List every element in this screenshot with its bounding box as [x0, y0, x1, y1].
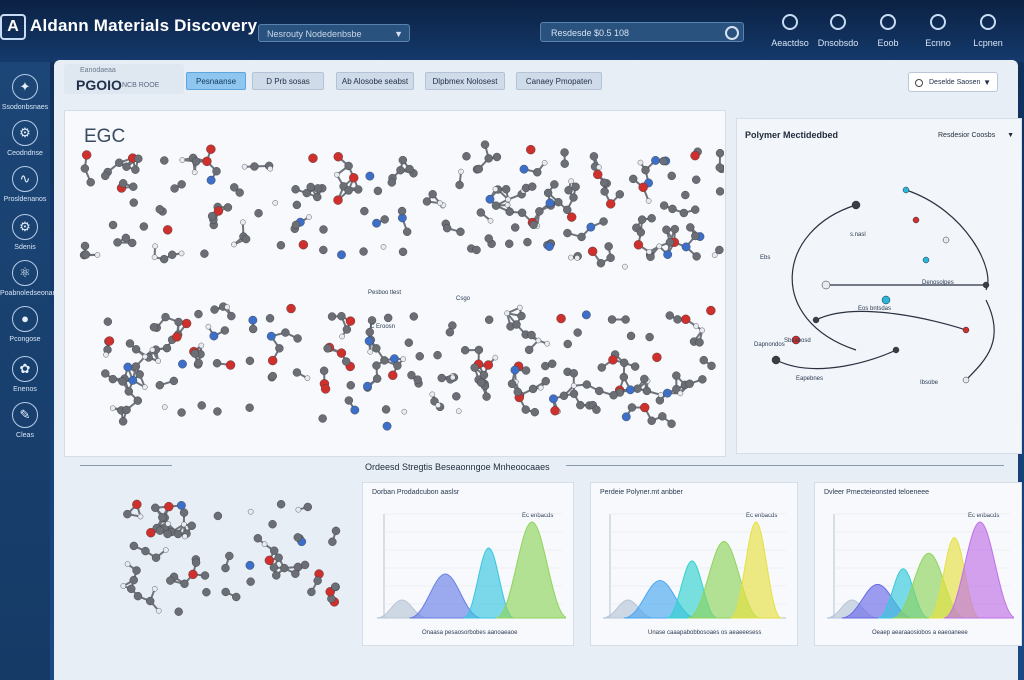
- chart-title: Dvleer Pmecteieonsted teloeneee: [824, 489, 930, 496]
- flask-icon: ⚙: [12, 120, 38, 146]
- sidebar-item-3[interactable]: ∿ Prosldenanos: [0, 166, 50, 203]
- sidebar-item-label: Prosldenanos: [3, 196, 47, 203]
- tab-1[interactable]: Pesnaanse: [186, 72, 246, 90]
- chart-xlabel: Unase caaapabobbosoaes os aeaeeesess: [648, 630, 762, 636]
- dna-icon: ∿: [12, 166, 38, 192]
- section-divider: [80, 465, 172, 466]
- sidebar-item-label: Cleas: [16, 432, 34, 439]
- polymer-panel-title: Polymer Mectidedbed: [745, 130, 839, 140]
- chevron-down-icon: ▼: [1007, 132, 1014, 139]
- sidebar-item-2[interactable]: ⚙ Ceodndnse: [0, 120, 50, 157]
- filter-icon: [915, 79, 923, 87]
- chart-title: Perdeie Polyner.mt anbber: [600, 489, 683, 496]
- structure-annotation: C Eroosn: [370, 324, 396, 330]
- workspace-title-suffix: NCB ROOE: [122, 82, 160, 89]
- structure-annotation: Pesboo tlest: [368, 290, 402, 296]
- settings-icon: [830, 14, 846, 30]
- polymer-node-label: Eapebnes: [796, 376, 824, 382]
- polymer-node-label: s.nasl: [850, 232, 866, 238]
- molecule-thumbnail[interactable]: [100, 482, 360, 632]
- chart-xlabel: Onaasa pesaosorbobes aanoaeaoe: [422, 630, 518, 636]
- polymer-node-label: Eos bntsdas: [858, 306, 892, 312]
- spectrum-chart-2[interactable]: [602, 508, 790, 626]
- brain-icon: ✿: [12, 356, 38, 382]
- topnav-label: Dnsobsdo: [817, 38, 859, 48]
- polymer-node-label: Ebs: [760, 255, 771, 261]
- filter-label: Deselde Saosen: [929, 79, 981, 86]
- sidebar-item-4[interactable]: ⚙ Sdenis: [0, 214, 50, 251]
- gear-icon: [980, 14, 996, 30]
- topnav-label: Ecnno: [925, 38, 951, 48]
- tab-2[interactable]: D Prb sosas: [252, 72, 324, 90]
- search-icon: [725, 26, 739, 40]
- section-title: Ordeesd Stregtis Beseaonngoe Mnheoocaaes: [365, 462, 550, 472]
- workspace-subtitle: Eanodaeaa: [80, 67, 116, 74]
- recycle-icon: [930, 14, 946, 30]
- app-title: Aldann Materials Discovery: [30, 16, 258, 35]
- sidebar: ✦ Ssodonbsnaes ⚙ Ceodndnse ∿ Prosldenanos ⚙…: [0, 62, 64, 680]
- app-logo[interactable]: A: [0, 14, 26, 40]
- topnav-item-5[interactable]: Lcpnen: [958, 14, 1018, 48]
- sidebar-item-label: Ssodonbsnaes: [1, 104, 49, 111]
- polymer-node-label: Denosolpes: [922, 280, 954, 286]
- chevron-down-icon: ▼: [983, 78, 991, 87]
- polymer-network-diagram[interactable]: [736, 150, 1020, 420]
- search-value: Resdesde $0.5 108: [551, 28, 630, 38]
- sidebar-item-label: Sdenis: [14, 244, 36, 251]
- tab-4[interactable]: Dlpbmex Nolosest: [425, 72, 505, 90]
- polymer-select-value: Resdesior Coosbs: [938, 132, 996, 139]
- topnav-label: Eoob: [877, 38, 899, 48]
- chart-title: Dorban Prodadcubon aaslsr: [372, 489, 460, 496]
- sidebar-item-8[interactable]: ✎ Cleas: [0, 402, 50, 439]
- gear-icon: [782, 14, 798, 30]
- topnav-label: Aeactdso: [771, 38, 809, 48]
- gear-icon: ⚙: [12, 214, 38, 240]
- atom-group: [120, 499, 341, 616]
- sidebar-item-label: Pcongose: [9, 336, 41, 343]
- atom-icon: ⚛: [12, 260, 38, 286]
- spectrum-chart-3[interactable]: [826, 508, 1014, 626]
- polymer-node-label: Dapnondos: [754, 342, 785, 348]
- sidebar-item-label: Enenos: [13, 386, 37, 393]
- spectrum-peak: [730, 521, 782, 619]
- gear-icon: [880, 14, 896, 30]
- filter-select[interactable]: Deselde Saosen ▼: [908, 72, 998, 92]
- polymer-node-label: Ibsobe: [920, 380, 939, 386]
- structure-annotation: Csgo: [456, 296, 471, 302]
- molecule-structure-view[interactable]: [64, 110, 724, 455]
- cluster-icon: ●: [12, 306, 38, 332]
- sidebar-item-label: Ceodndnse: [7, 150, 43, 157]
- tab-5[interactable]: Canaey Pmopaten: [516, 72, 602, 90]
- top-bar: A Aldann Materials Discovery Nesrouty No…: [0, 0, 1024, 62]
- spectrum-peak: [495, 521, 566, 619]
- sidebar-item-6[interactable]: ● Pcongose: [0, 306, 50, 343]
- atom-group: [79, 140, 724, 431]
- workspace-title: PGOIO: [76, 77, 122, 93]
- polymer-select[interactable]: Resdesior Coosbs ▼: [938, 128, 1020, 144]
- polymer-node-label: Sbsabosd: [784, 338, 811, 344]
- project-select[interactable]: Nesrouty Nodedenbsbe ▼: [258, 24, 410, 42]
- sidebar-item-5[interactable]: ⚛ Poabnoledseonanas: [0, 260, 64, 297]
- topnav-label: Lcpnen: [973, 38, 1003, 48]
- search-input[interactable]: Resdesde $0.5 108: [540, 22, 744, 42]
- sidebar-item-7[interactable]: ✿ Enenos: [0, 356, 50, 393]
- section-divider: [566, 465, 1004, 466]
- spectrum-chart-1[interactable]: [376, 508, 566, 626]
- pen-icon: ✎: [12, 402, 38, 428]
- network-links: [775, 189, 995, 381]
- tab-3[interactable]: Ab Alosobe seabst: [336, 72, 414, 90]
- chevron-down-icon: ▼: [394, 29, 403, 39]
- chart-xlabel: Oeaep aearaaosiobos a eaeoaneee: [872, 630, 968, 636]
- sidebar-item-1[interactable]: ✦ Ssodonbsnaes: [0, 74, 50, 111]
- molecule-icon: ✦: [12, 74, 38, 100]
- project-select-value: Nesrouty Nodedenbsbe: [267, 29, 362, 39]
